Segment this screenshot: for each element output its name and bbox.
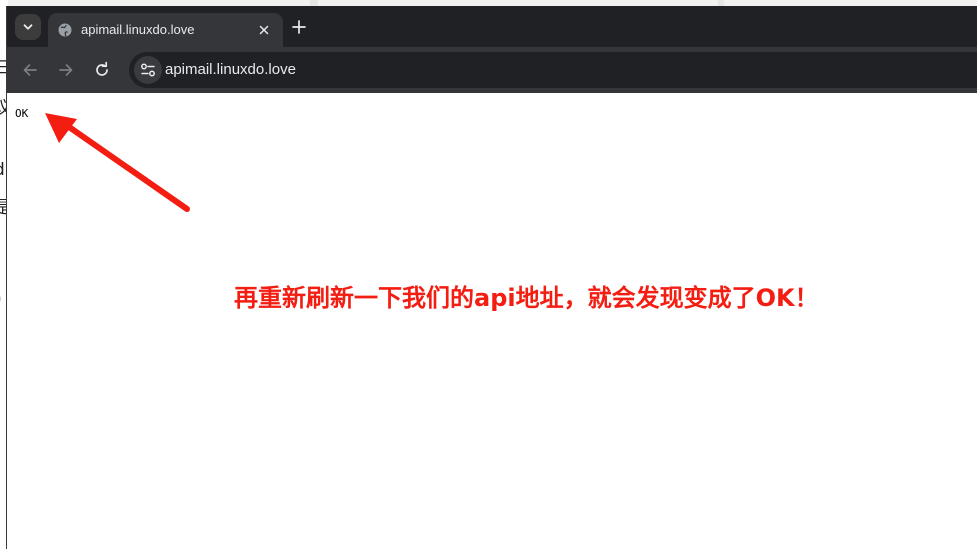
page-viewport: OK 再重新刷新一下我们的api地址，就会发现变成了OK！ [7,93,977,549]
globe-icon [58,23,72,37]
background-text-fragment: " [0,296,2,313]
plus-icon[interactable] [290,18,308,36]
tab-title: apimail.linuxdo.love [81,22,195,37]
background-text-fragment: d [0,162,5,179]
tab-active[interactable]: apimail.linuxdo.love [48,13,283,47]
reload-icon[interactable] [92,60,112,80]
screenshot-stage: 三 议 d 是 " apimail.linuxdo.love [0,0,977,549]
arrow-left-icon[interactable] [20,60,40,80]
annotation-text: 再重新刷新一下我们的api地址，就会发现变成了OK！ [234,284,819,312]
tune-icon [141,63,155,77]
browser-window: apimail.linuxdo.love apimail.linuxdo.lov… [6,6,977,549]
red-arrow-icon [45,113,190,212]
tab-strip: apimail.linuxdo.love [7,6,977,47]
address-bar[interactable]: apimail.linuxdo.love [129,52,977,88]
response-text: OK [15,107,29,120]
close-icon[interactable] [257,23,271,37]
tab-search-button[interactable] [15,14,41,40]
url-text: apimail.linuxdo.love [165,61,296,78]
site-info-button[interactable] [134,56,162,84]
arrow-right-icon[interactable] [56,60,76,80]
chevron-down-icon [23,24,33,30]
browser-toolbar: apimail.linuxdo.love [7,47,977,93]
